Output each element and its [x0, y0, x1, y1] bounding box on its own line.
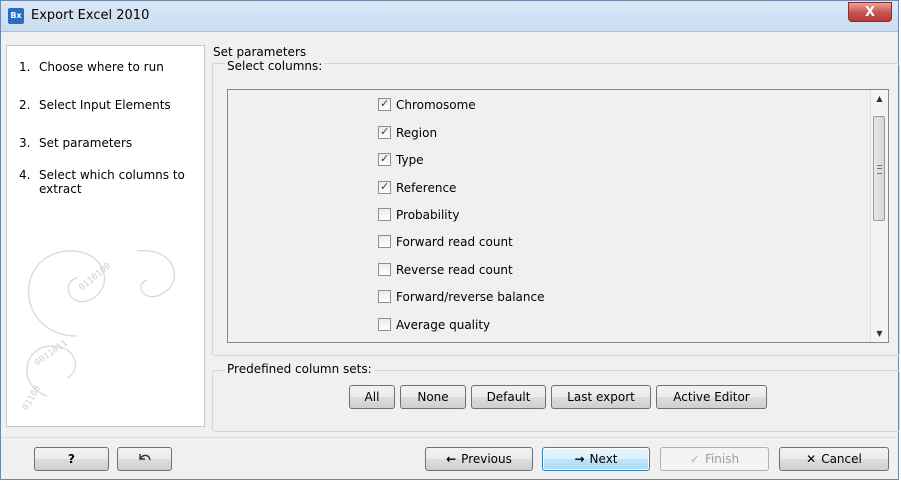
predefined-sets-label: Predefined column sets:	[225, 362, 374, 376]
columns-list: Chromosome Region Type Reference Probabi…	[227, 89, 889, 343]
close-icon: ✕	[806, 452, 817, 466]
cancel-button[interactable]: ✕ Cancel	[779, 447, 889, 471]
arrow-left-icon: ←	[446, 452, 457, 466]
checkmark-icon: ✓	[689, 452, 700, 466]
scrollbar-thumb[interactable]	[873, 116, 885, 221]
scroll-up-arrow-icon[interactable]: ▲	[871, 90, 888, 107]
checkbox[interactable]	[378, 208, 391, 221]
step-select-input-elements: 2. Select Input Elements	[19, 98, 171, 112]
previous-button[interactable]: ← Previous	[425, 447, 533, 471]
column-option-reverse-read-count[interactable]: Reverse read count	[378, 261, 513, 279]
wizard-steps: 1. Choose where to run 2. Select Input Ele…	[6, 45, 205, 427]
column-option-probability[interactable]: Probability	[378, 206, 459, 224]
column-option-reference[interactable]: Reference	[378, 178, 456, 197]
checkbox[interactable]	[378, 235, 391, 248]
finish-button[interactable]: ✓ Finish	[660, 447, 769, 471]
decorative-swirl-logo: 0110100 0011011 01100	[21, 250, 175, 413]
close-button[interactable]: X	[848, 2, 892, 22]
column-option-chromosome[interactable]: Chromosome	[378, 95, 476, 114]
window-title: Export Excel 2010	[31, 8, 150, 23]
app-icon: Bx	[8, 8, 24, 24]
column-option-forward-read-count[interactable]: Forward read count	[378, 233, 513, 251]
section-title: Set parameters	[213, 45, 307, 59]
column-option-forward-reverse-balance[interactable]: Forward/reverse balance	[378, 288, 544, 306]
help-button[interactable]: ?	[34, 447, 109, 471]
checkbox[interactable]	[378, 290, 391, 303]
checkbox[interactable]	[378, 263, 391, 276]
export-dialog: Bx Export Excel 2010 X 1. Choose where to…	[0, 0, 900, 480]
checkbox[interactable]	[378, 178, 391, 196]
footer-divider	[1, 437, 898, 438]
step-select-columns: 4. Select which columns to extract	[19, 168, 185, 196]
preset-none-button[interactable]: None	[400, 385, 466, 409]
checkbox[interactable]	[378, 318, 391, 331]
title-bar: Bx Export Excel 2010 X	[1, 1, 898, 32]
vertical-scrollbar[interactable]: ▲ ▼	[870, 90, 888, 342]
column-option-type[interactable]: Type	[378, 150, 424, 169]
checkbox[interactable]	[378, 150, 391, 168]
checkbox[interactable]	[378, 95, 391, 113]
preset-all-button[interactable]: All	[349, 385, 395, 409]
undo-icon	[138, 454, 151, 461]
preset-default-button[interactable]: Default	[471, 385, 546, 409]
svg-text:0011011: 0011011	[33, 339, 70, 369]
checkbox[interactable]	[378, 123, 391, 141]
scroll-down-arrow-icon[interactable]: ▼	[871, 325, 888, 342]
column-option-average-quality[interactable]: Average quality	[378, 316, 490, 334]
preset-last-export-button[interactable]: Last export	[551, 385, 651, 409]
svg-text:01100: 01100	[21, 384, 43, 412]
preset-active-editor-button[interactable]: Active Editor	[656, 385, 767, 409]
reset-button[interactable]	[117, 447, 172, 471]
step-choose-where-to-run: 1. Choose where to run	[19, 60, 164, 74]
column-option-region[interactable]: Region	[378, 123, 437, 142]
arrow-right-icon: →	[574, 452, 585, 466]
next-button[interactable]: → Next	[542, 447, 650, 471]
svg-text:0110100: 0110100	[78, 261, 113, 293]
select-columns-label: Select columns:	[225, 59, 325, 73]
step-set-parameters: 3. Set parameters	[19, 136, 133, 150]
